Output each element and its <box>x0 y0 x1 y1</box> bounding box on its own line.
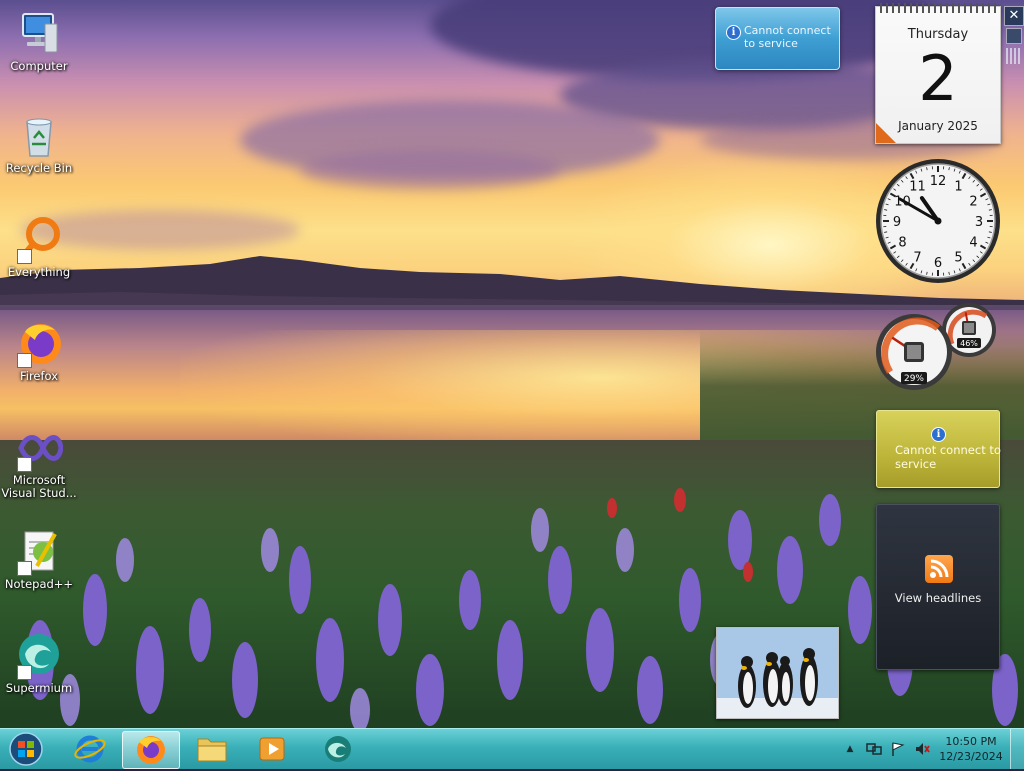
gadget-drag-handle[interactable] <box>1006 48 1020 64</box>
taskbar-windows-explorer[interactable] <box>184 731 240 767</box>
calendar-gadget[interactable]: Thursday 2 January 2025 <box>875 6 1001 144</box>
firefox-icon <box>15 320 63 368</box>
desktop-icon-label: Computer <box>1 60 77 73</box>
gadget-close-button[interactable]: ✕ <box>1004 6 1024 26</box>
clock-numeral: 11 <box>909 179 926 194</box>
taskbar-firefox[interactable] <box>122 731 180 769</box>
taskbar-supermium[interactable] <box>310 731 366 767</box>
calendar-weekday: Thursday <box>876 27 1000 42</box>
currency-gadget[interactable]: i Cannot connect to service <box>876 410 1000 488</box>
everything-icon <box>15 216 63 264</box>
desktop-icon-notepad-plus-plus[interactable]: Notepad++ <box>1 528 77 618</box>
shortcut-arrow-icon <box>17 457 32 472</box>
clock-numeral: 8 <box>898 236 906 251</box>
clock-numeral: 5 <box>954 251 962 266</box>
wallpaper-cloud <box>300 150 560 190</box>
clock-numeral: 3 <box>975 215 983 230</box>
internet-explorer-icon <box>62 731 118 767</box>
folder-icon <box>184 731 240 767</box>
calendar-page-corner[interactable] <box>876 123 896 143</box>
desktop-icon-label: Everything <box>1 266 77 279</box>
clock-numeral: 1 <box>954 179 962 194</box>
media-player-icon <box>244 731 300 767</box>
network-icon[interactable] <box>866 741 882 757</box>
system-tray: ▲ 10:50 PM 12/23/2024 <box>840 729 1024 769</box>
taskbar: ▲ 10:50 PM 12/23/2024 <box>0 728 1024 769</box>
notepad-plus-plus-icon <box>15 528 63 576</box>
slideshow-gadget[interactable] <box>716 627 839 719</box>
firefox-icon <box>123 732 179 768</box>
desktop-icon-everything[interactable]: Everything <box>1 216 77 306</box>
windows-start-orb-icon <box>6 731 46 767</box>
weather-gadget[interactable]: i Cannot connect to service <box>715 7 840 70</box>
computer-icon <box>15 10 63 58</box>
calendar-day-number: 2 <box>876 43 1000 115</box>
visual-studio-icon <box>15 424 63 472</box>
info-icon: i <box>726 25 741 40</box>
clock-gadget[interactable]: 121234567891011 <box>874 157 1002 285</box>
start-button[interactable] <box>6 731 46 767</box>
taskbar-clock[interactable]: 10:50 PM 12/23/2024 <box>934 734 1008 764</box>
desktop-icon-visual-studio[interactable]: Microsoft Visual Stud... <box>1 424 77 514</box>
clock-numeral: 7 <box>913 251 921 266</box>
desktop-icon-label: Microsoft Visual Stud... <box>1 474 77 500</box>
show-hidden-icons-button[interactable]: ▲ <box>842 741 858 757</box>
desktop-icon-supermium[interactable]: Supermium <box>1 632 77 722</box>
desktop-icon-label: Firefox <box>1 370 77 383</box>
clock-numeral: 9 <box>893 215 901 230</box>
shortcut-arrow-icon <box>17 665 32 680</box>
shortcut-arrow-icon <box>17 353 32 368</box>
supermium-icon <box>15 632 63 680</box>
taskbar-date: 12/23/2024 <box>934 749 1008 764</box>
taskbar-media-player[interactable] <box>244 731 300 767</box>
view-headlines-link[interactable]: View headlines <box>877 591 999 605</box>
desktop-icon-label: Recycle Bin <box>1 162 77 175</box>
taskbar-time: 10:50 PM <box>934 734 1008 749</box>
cpu-percent-label: 29% <box>904 374 924 384</box>
gadget-options-button[interactable] <box>1006 28 1022 44</box>
desktop-icon-recycle-bin[interactable]: Recycle Bin <box>1 112 77 202</box>
clock-face: 121234567891011 <box>874 157 1002 285</box>
clock-numeral: 2 <box>969 195 977 210</box>
clock-numeral: 6 <box>934 256 942 271</box>
recycle-bin-icon <box>15 112 63 160</box>
clock-numeral: 4 <box>969 236 977 251</box>
volume-muted-icon[interactable] <box>914 741 930 757</box>
penguins-photo <box>717 628 838 718</box>
weather-error-message: Cannot connect to service <box>744 24 836 50</box>
cpu-dial: 29% <box>876 314 952 390</box>
calendar-binding-rings <box>880 3 996 13</box>
shortcut-arrow-icon <box>17 249 32 264</box>
wallpaper-flowers <box>0 460 1024 728</box>
cpu-meter-gadget[interactable]: 46% 29% <box>872 300 1002 392</box>
info-icon: i <box>931 427 946 442</box>
desktop-icon-firefox[interactable]: Firefox <box>1 320 77 410</box>
desktop-wallpaper <box>0 0 1024 728</box>
show-desktop-button[interactable] <box>1010 729 1024 769</box>
desktop-icon-computer[interactable]: Computer <box>1 10 77 100</box>
shortcut-arrow-icon <box>17 561 32 576</box>
clock-numeral: 12 <box>930 174 947 189</box>
memory-percent-label: 46% <box>960 339 978 348</box>
desktop-icon-label: Notepad++ <box>1 578 77 591</box>
supermium-icon <box>310 731 366 767</box>
taskbar-internet-explorer[interactable] <box>62 731 118 767</box>
currency-error-message: Cannot connect to service <box>883 443 1005 471</box>
feed-headlines-gadget[interactable]: View headlines <box>876 504 1000 670</box>
desktop-icon-label: Supermium <box>1 682 77 695</box>
rss-icon <box>925 555 953 583</box>
action-center-flag-icon[interactable] <box>890 741 906 757</box>
